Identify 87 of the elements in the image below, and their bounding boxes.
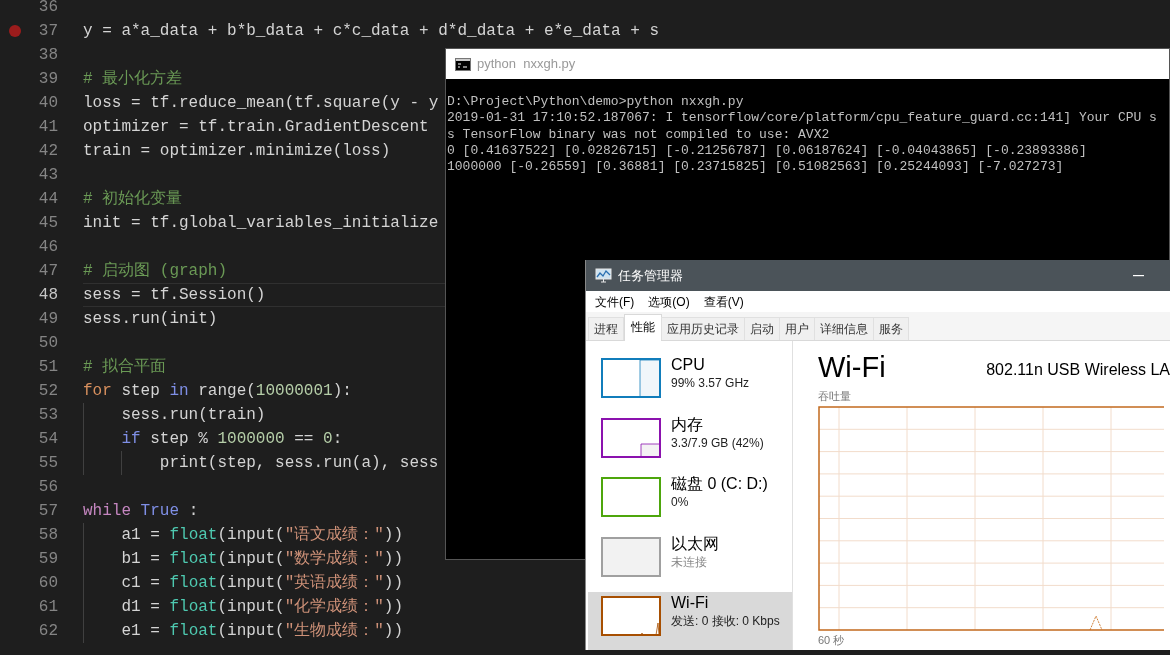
tab[interactable]: 服务 [873,317,909,340]
console-line: D:\Project\Python\demo>python nxxgh.py [447,94,745,111]
code-line: init = tf.global_variables_initialize [83,213,439,234]
tab[interactable]: 启动 [744,317,780,340]
line-number: 53 [37,405,58,426]
line-number: 45 [37,213,58,234]
line-number: 49 [37,309,58,330]
line-number: 48 [37,285,58,306]
line-number: 61 [37,597,58,618]
code-comment: # 最小化方差 [83,68,183,90]
resource-name: 磁盘 0 (C: D:) [671,474,768,495]
line-number: 59 [37,549,58,570]
code-line: sess = tf.Session() [83,285,266,306]
line-number: 41 [37,117,58,138]
code-line: optimizer = tf.train.GradientDescent [83,117,429,138]
resource-item[interactable]: CPU 99% 3.57 GHz [588,354,792,412]
minimize-icon[interactable] [1133,274,1144,277]
console-line: 0 [0.41637522] [0.02826715] [-0.21256787] [0.06187624] [-0.04043865] [-0.23893386] [447,142,1088,160]
code-line: b1 = float(input("数学成绩：")) [120,549,404,570]
code-line: print(step, sess.run(a), sess [158,453,439,474]
line-number: 38 [37,45,58,66]
menu-item[interactable]: 查看(V) [702,292,745,311]
tab[interactable]: 用户 [779,317,815,340]
resource-detail: 发送: 0 接收: 0 Kbps [671,613,780,630]
code-line: a1 = float(input("语文成绩：")) [120,524,404,546]
tab[interactable]: 详细信息 [814,317,874,340]
line-number: 36 [37,0,58,18]
console-line: s TensorFlow binary was not compiled to use: AVX2 [447,126,831,143]
time-label: 60 秒 [818,633,846,647]
code-line: e1 = float(input("生物成绩：")) [120,620,404,642]
line-number: 37 [37,21,58,42]
line-number: 43 [37,165,58,186]
monitor-icon [595,268,612,283]
code-line: train = optimizer.minimize(loss) [83,141,391,162]
resource-name: 内存 [671,414,704,435]
line-number: 42 [37,141,58,162]
tab[interactable]: 进程 [588,317,624,340]
tab[interactable]: 性能 [624,314,662,341]
code-comment: # 初始化变量 [83,188,183,210]
code-line: sess.run(init) [83,309,218,330]
window-title: 任务管理器 [618,266,683,285]
code-comment: # 拟合平面 [83,356,167,378]
resource-item[interactable]: 内存 3.3/7.9 GB (42%) [588,413,792,472]
line-number: 40 [37,93,58,114]
line-number: 58 [37,525,58,546]
code-line: loss = tf.reduce_mean(tf.square(y - y [83,93,439,114]
menu-item[interactable]: 选项(O) [647,292,691,311]
console-line: 1000000 [-0.26559] [0.36881] [0.23715825] [0.51082563] [0.25244093] [-7.027273] [447,159,1065,176]
resource-item[interactable]: 磁盘 0 (C: D:) 0% [588,473,792,531]
resource-item[interactable]: 以太网 未连接 [588,532,792,591]
code-line: sess.run(train) [120,405,266,426]
adapter-name: 802.11n USB Wireless LA [986,360,1170,380]
resource-detail: 99% 3.57 GHz [671,375,750,391]
line-number: 47 [37,261,58,282]
line-number: 52 [37,381,58,402]
tab[interactable]: 应用历史记录 [661,317,745,340]
code-line: c1 = float(input("英语成绩：")) [120,573,404,594]
resource-name: CPU [671,355,706,375]
line-number: 62 [37,621,58,642]
line-number: 60 [37,573,58,594]
line-number: 44 [37,189,58,210]
graph-label: 吞吐量 [818,389,852,403]
line-number: 56 [37,477,58,498]
line-number: 46 [37,237,58,258]
resource-name: 以太网 [671,533,719,554]
console-line: 2019-01-31 17:10:52.187067: I tensorflow/core/platform/cpu_feature_guard.cc:141] Your CPU s [447,110,1158,127]
console-icon [455,57,471,71]
line-number: 55 [37,453,58,474]
code-line: for step in range(10000001): [83,381,352,402]
code-line: d1 = float(input("化学成绩：")) [120,597,404,618]
resource-detail: 未连接 [671,553,708,570]
line-number: 51 [37,357,58,378]
resource-item[interactable]: Wi-Fi 发送: 0 接收: 0 Kbps [588,592,792,650]
line-number: 50 [37,333,58,354]
code-line: y = a*a_data + b*b_data + c*c_data + d*d_data + e*e_data + s [83,21,660,42]
menu-item[interactable]: 文件(F) [594,292,636,311]
resource-name: Wi-Fi [671,593,710,614]
code-comment: # 启动图 (graph) [83,260,227,282]
window-title: python nxxgh.py [477,55,576,74]
code-line: if step % 1000000 == 0: [120,429,343,450]
resource-detail: 3.3/7.9 GB (42%) [671,434,764,451]
panel-title: Wi-Fi [818,350,886,385]
line-number: 57 [37,501,58,522]
line-number: 39 [37,69,58,90]
line-number: 54 [37,429,58,450]
code-line: while True : [83,501,199,522]
resource-detail: 0% [671,494,690,511]
